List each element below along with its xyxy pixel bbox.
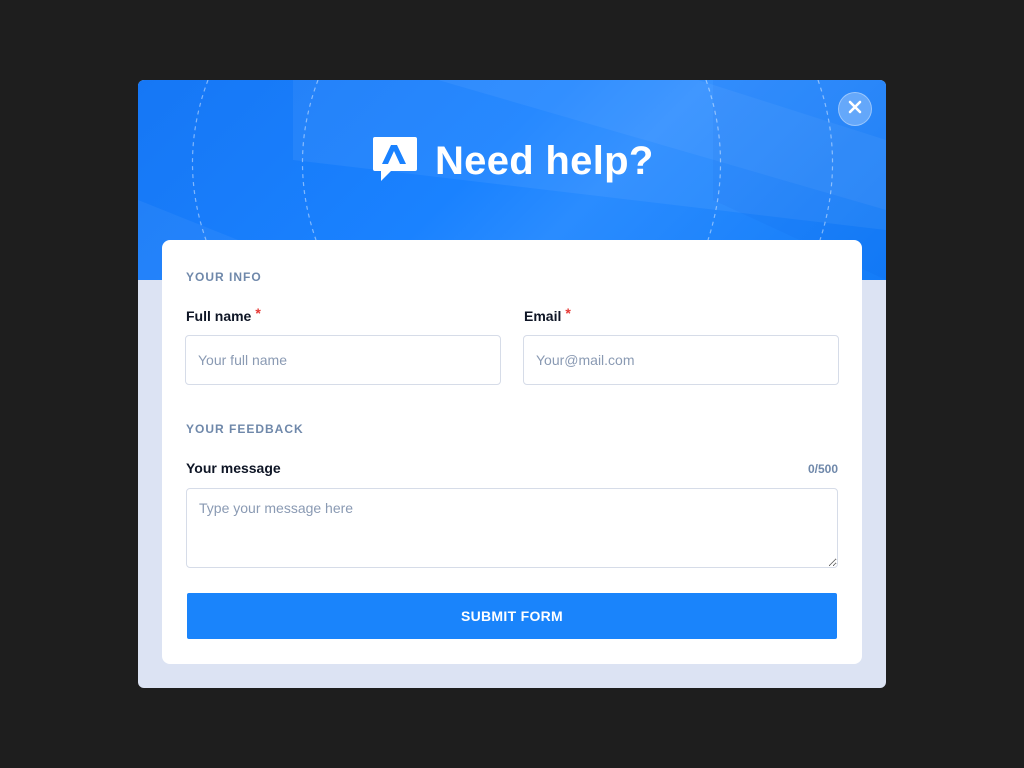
close-button[interactable] (838, 92, 872, 126)
section-title-feedback: YOUR FEEDBACK (186, 422, 304, 436)
close-icon (848, 100, 862, 119)
full-name-label: Full name * (186, 305, 261, 324)
chat-bubble-logo-icon (369, 133, 419, 190)
full-name-input[interactable] (185, 335, 501, 385)
email-label-text: Email (524, 308, 562, 324)
help-modal: Need help? YOUR INFO Full name* Email* Y… (138, 80, 886, 688)
message-textarea[interactable] (186, 488, 838, 568)
feedback-form: YOUR INFO Full name* Email* YOUR FEEDBAC… (162, 240, 862, 664)
required-asterisk: * (565, 305, 571, 321)
message-label: Your message (186, 460, 281, 476)
modal-brand: Need help? (369, 135, 654, 187)
section-title-info: YOUR INFO (186, 270, 262, 284)
full-name-label-text: Full name (186, 308, 252, 324)
required-asterisk: * (255, 305, 261, 321)
submit-form-button[interactable]: SUBMIT FORM (187, 593, 837, 639)
modal-title: Need help? (435, 139, 654, 183)
email-input[interactable] (523, 335, 839, 385)
email-label: Email * (524, 305, 571, 324)
character-counter: 0/500 (807, 462, 838, 476)
